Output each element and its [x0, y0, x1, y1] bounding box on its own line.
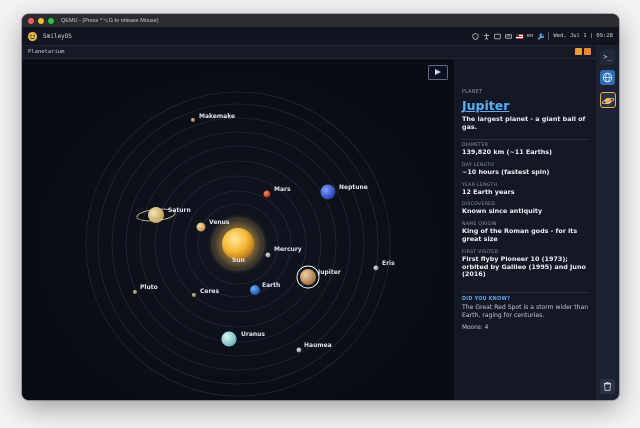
- eris-body[interactable]: [373, 265, 379, 271]
- accessibility-icon[interactable]: [483, 32, 490, 40]
- planet-jupiter[interactable]: Jupiter: [296, 265, 341, 289]
- venus-body[interactable]: [196, 222, 206, 232]
- jupiter-body[interactable]: [300, 269, 316, 285]
- planet-ceres[interactable]: Ceres: [192, 288, 220, 297]
- fact-value: ~10 hours (fastest spin): [462, 168, 550, 176]
- fact-value: Known since antiquity: [462, 207, 543, 215]
- language-label[interactable]: en: [527, 33, 534, 39]
- qemu-window: QEMU - (Press ^⌥G to release Mouse) Smil…: [22, 14, 619, 400]
- trash-icon: [604, 382, 611, 391]
- moons-count: Moons: 4: [462, 325, 489, 331]
- trash-button[interactable]: [600, 379, 615, 394]
- planet-label: Mars: [274, 186, 291, 193]
- globe-button[interactable]: [600, 70, 615, 85]
- play-button[interactable]: [428, 65, 448, 80]
- app-titlebar: Planetarium: [22, 46, 596, 59]
- planet-haumea[interactable]: Haumea: [296, 342, 332, 353]
- did-you-know-title: DID YOU KNOW?: [462, 297, 511, 302]
- fact-value: 12 Earth years: [462, 188, 515, 196]
- zoom-window-button[interactable]: [48, 17, 54, 24]
- app-minimize-button[interactable]: [575, 48, 582, 55]
- fact-first-visited: FIRST VISITED First flyby Pioneer 10 (19…: [462, 250, 592, 279]
- app-close-button[interactable]: [584, 48, 591, 55]
- fact-value: King of the Roman gods - for its great s…: [462, 227, 578, 243]
- planet-mars[interactable]: Mars: [263, 186, 291, 198]
- planet-label: Earth: [262, 282, 280, 289]
- shield-icon[interactable]: [472, 32, 479, 40]
- planet-label: Pluto: [140, 284, 158, 291]
- pluto-body[interactable]: [133, 290, 137, 294]
- uranus-body[interactable]: [221, 331, 237, 347]
- window-titlebar: QEMU - (Press ^⌥G to release Mouse): [22, 14, 619, 27]
- did-you-know-text: The Great Red Spot is a storm wider than…: [462, 304, 589, 319]
- planet-label: Venus: [209, 219, 230, 226]
- wrench-icon[interactable]: [537, 33, 545, 40]
- window-title: QEMU - (Press ^⌥G to release Mouse): [61, 17, 159, 24]
- makemake-body[interactable]: [191, 118, 195, 122]
- fact-value: First flyby Pioneer 10 (1973); orbited b…: [462, 255, 586, 278]
- planet-label: Sun: [232, 257, 245, 264]
- us-flag-icon[interactable]: [515, 33, 523, 39]
- haumea-body[interactable]: [296, 347, 302, 353]
- globe-icon: [602, 72, 613, 83]
- fact-day-length: DAY LENGTH ~10 hours (fastest spin): [462, 163, 592, 177]
- app-title: Planetarium: [28, 49, 65, 55]
- fact-name-origin: NAME ORIGIN King of the Roman gods - for…: [462, 222, 592, 243]
- planet-uranus[interactable]: Uranus: [221, 331, 266, 347]
- planet-label: Ceres: [200, 288, 220, 295]
- planet-pluto[interactable]: Pluto: [133, 284, 158, 294]
- orrery-canvas[interactable]: Sun Makemake Mars Neptune Saturn Venus Mercury…: [22, 59, 454, 400]
- system-tray: en Wed, Jul 1 | 09:28: [472, 27, 613, 45]
- earth-body[interactable]: [250, 285, 260, 295]
- planet-label: Neptune: [339, 184, 368, 191]
- planet-mercury[interactable]: Mercury: [265, 246, 302, 258]
- close-window-button[interactable]: [28, 17, 34, 24]
- planet-label: Mercury: [274, 246, 302, 253]
- planet-description: The largest planet - a giant ball of gas…: [462, 115, 586, 131]
- info-divider: [462, 292, 588, 293]
- planet-label: Makemake: [199, 113, 235, 120]
- saturn-icon: [601, 97, 615, 105]
- info-divider: [462, 139, 588, 140]
- right-dock: >_: [596, 46, 619, 400]
- terminal-button[interactable]: >_: [600, 50, 615, 65]
- minimize-window-button[interactable]: [38, 17, 44, 24]
- info-kicker: PLANET: [462, 90, 483, 95]
- mars-body[interactable]: [263, 190, 271, 198]
- sun-body[interactable]: [222, 228, 254, 260]
- solar-system-view[interactable]: Sun Makemake Mars Neptune Saturn Venus Mercury…: [22, 59, 454, 400]
- datetime-label[interactable]: Wed, Jul 1 | 09:28: [553, 33, 613, 39]
- planetarium-button[interactable]: [600, 92, 616, 108]
- fact-value: 139,820 km (~11 Earths): [462, 148, 553, 156]
- ceres-body[interactable]: [192, 293, 196, 297]
- neptune-body[interactable]: [320, 184, 336, 200]
- mercury-body[interactable]: [265, 252, 271, 258]
- fact-discovered: DISCOVERED Known since antiquity: [462, 202, 592, 216]
- fact-diameter: DIAMETER 139,820 km (~11 Earths): [462, 143, 592, 157]
- planet-label: Jupiter: [317, 269, 341, 276]
- planet-info-panel: PLANET Jupiter The largest planet - a gi…: [454, 59, 596, 400]
- os-top-bar: SmileyOS en Wed, Jul 1 | 09:28: [22, 27, 619, 46]
- planet-neptune[interactable]: Neptune: [320, 184, 368, 200]
- planet-label: Haumea: [304, 342, 332, 349]
- planet-name-link[interactable]: Jupiter: [462, 98, 509, 113]
- planet-earth[interactable]: Earth: [250, 282, 280, 295]
- fact-year-length: YEAR LENGTH 12 Earth years: [462, 183, 592, 197]
- os-name: SmileyOS: [43, 32, 72, 40]
- planet-label: Saturn: [168, 207, 191, 214]
- window-icon[interactable]: [494, 33, 501, 40]
- planet-label: Eris: [382, 260, 395, 267]
- keyboard-icon[interactable]: [504, 33, 512, 40]
- tray-separator: [548, 32, 550, 40]
- planet-label: Uranus: [241, 331, 265, 338]
- smiley-logo-icon[interactable]: [27, 31, 38, 42]
